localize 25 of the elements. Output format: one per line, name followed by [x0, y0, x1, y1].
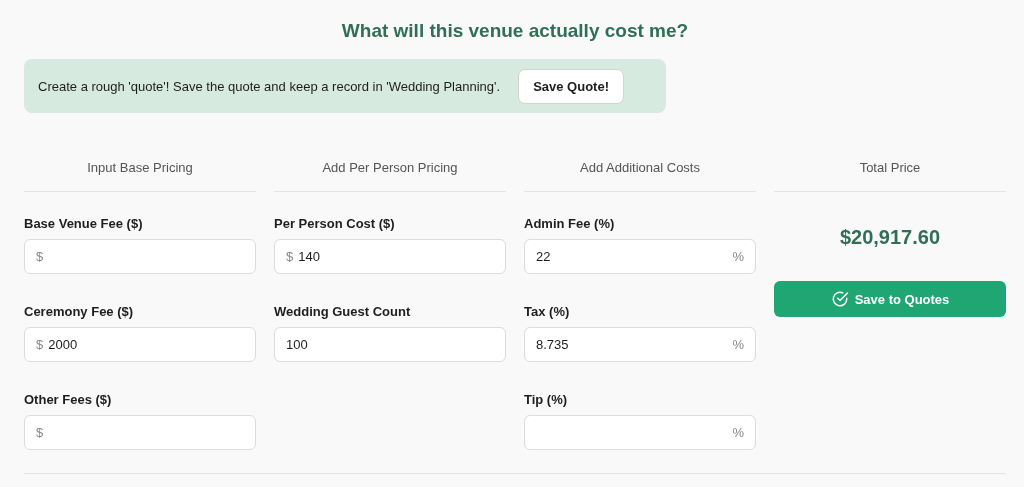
input-field[interactable]: $ — [24, 415, 256, 450]
total-price: $20,917.60 — [838, 226, 942, 249]
input-field[interactable]: 22 % — [524, 239, 756, 274]
input-field[interactable]: 100 — [274, 327, 506, 362]
check-circle-icon — [830, 290, 849, 308]
field-label: Wedding Guest Count — [274, 304, 412, 319]
save-quote-button[interactable]: Save Quote! — [518, 68, 624, 104]
banner-text: Create a rough 'quote'! Save the quote and keep a record in 'Wedding Planning'. — [38, 78, 501, 94]
input-field[interactable]: $ 2000 — [24, 327, 256, 362]
field-label: Admin Fee (%) — [524, 216, 616, 231]
column-heading: Input Base Pricing — [24, 141, 256, 192]
field-label: Base Venue Fee ($) — [24, 216, 144, 231]
field-label: Tax (%) — [524, 304, 571, 319]
column-heading: Add Additional Costs — [524, 141, 756, 192]
input-field[interactable]: 8.735 % — [524, 327, 756, 362]
input-field[interactable]: $ — [24, 239, 256, 274]
column-heading: Add Per Person Pricing — [274, 141, 506, 192]
field-label: Other Fees ($) — [24, 392, 113, 407]
page-title: What will this venue actually cost me? — [340, 20, 690, 42]
field-label: Tip (%) — [524, 392, 569, 407]
input-field[interactable]: % — [524, 415, 756, 450]
column-heading: Total Price — [774, 141, 1006, 192]
field-label: Per Person Cost ($) — [274, 216, 396, 231]
field-label: Ceremony Fee ($) — [24, 304, 135, 319]
input-field[interactable]: $ 140 — [274, 239, 506, 274]
